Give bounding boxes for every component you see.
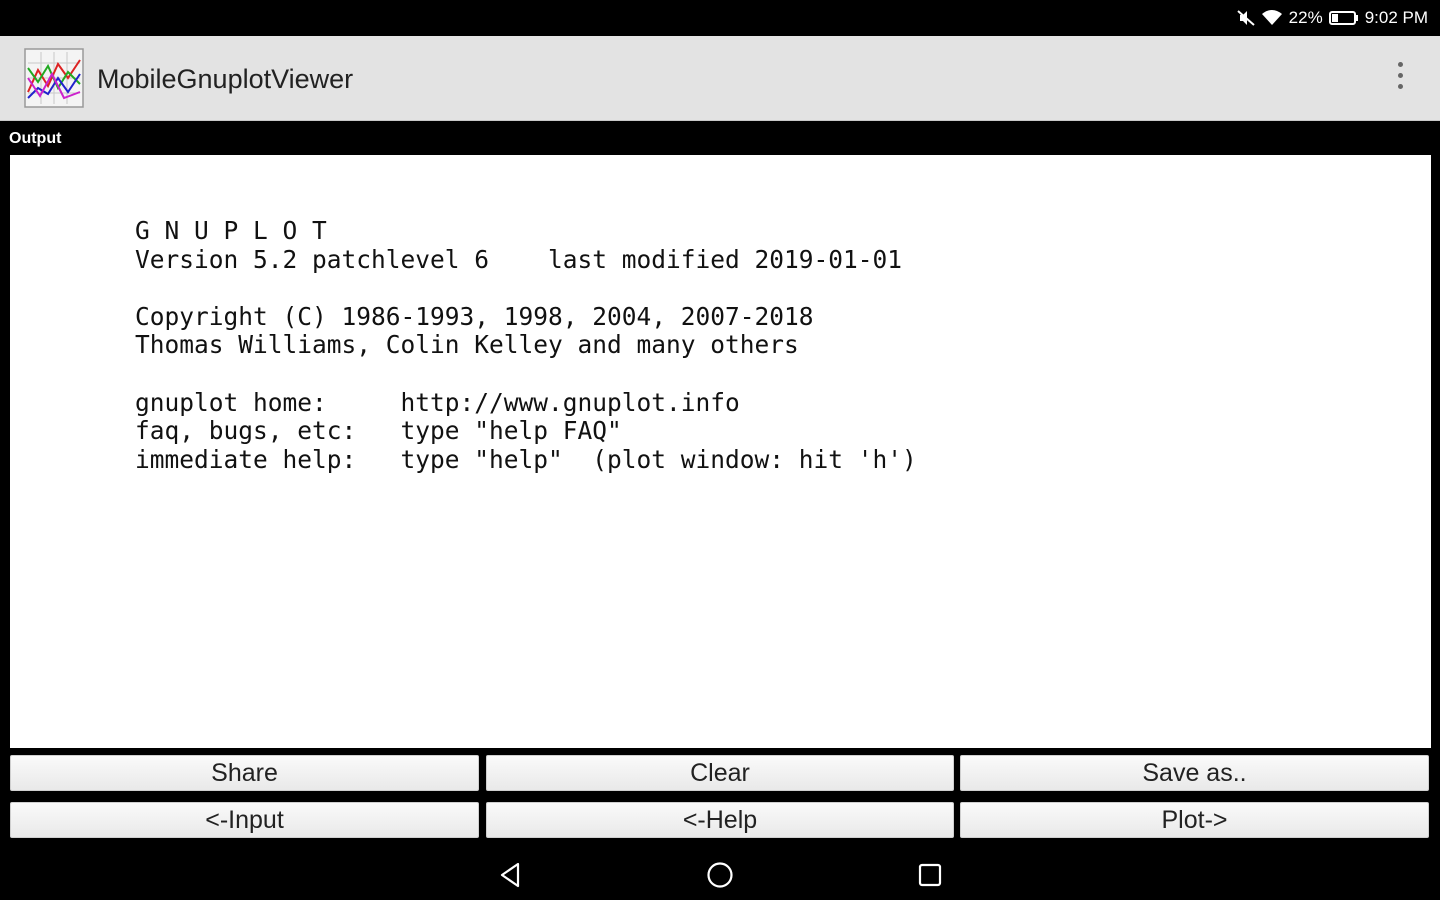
output-text: G N U P L O T Version 5.2 patchlevel 6 l…: [135, 216, 917, 474]
status-bar: 22% 9:02 PM: [0, 0, 1440, 36]
save-as-button[interactable]: Save as..: [960, 755, 1429, 791]
battery-icon: [1328, 11, 1358, 25]
back-icon[interactable]: [496, 860, 526, 890]
output-line: faq, bugs, etc: type "help FAQ": [135, 416, 622, 446]
app-bar: MobileGnuplotViewer: [0, 36, 1440, 121]
output-line: G N U P L O T: [135, 216, 327, 245]
battery-percent: 22%: [1288, 8, 1323, 27]
plot-button[interactable]: Plot->: [960, 802, 1429, 838]
output-label: Output: [9, 130, 62, 147]
help-button[interactable]: <-Help: [486, 802, 954, 838]
mute-icon: [1236, 10, 1255, 26]
recents-icon[interactable]: [915, 860, 945, 890]
status-indicators: 22% 9:02 PM: [1236, 8, 1428, 28]
overflow-menu-icon[interactable]: [1394, 62, 1406, 96]
output-line: gnuplot home: http://www.gnuplot.info: [135, 387, 740, 417]
output-line: Copyright (C) 1986-1993, 1998, 2004, 200…: [135, 301, 814, 331]
wifi-icon: [1261, 10, 1282, 25]
input-button[interactable]: <-Input: [10, 802, 479, 838]
output-line: immediate help: type "help" (plot window…: [135, 444, 917, 474]
navigation-bar: [0, 848, 1440, 900]
home-icon[interactable]: [705, 860, 735, 890]
app-title: MobileGnuplotViewer: [97, 64, 354, 94]
share-button[interactable]: Share: [10, 755, 479, 791]
clock: 9:02 PM: [1364, 8, 1428, 27]
output-panel[interactable]: G N U P L O T Version 5.2 patchlevel 6 l…: [10, 155, 1431, 748]
output-line: Thomas Williams, Colin Kelley and many o…: [135, 330, 799, 360]
output-line: Version 5.2 patchlevel 6 last modified 2…: [135, 244, 903, 274]
clear-button[interactable]: Clear: [486, 755, 954, 791]
app-logo-icon: [24, 48, 84, 108]
